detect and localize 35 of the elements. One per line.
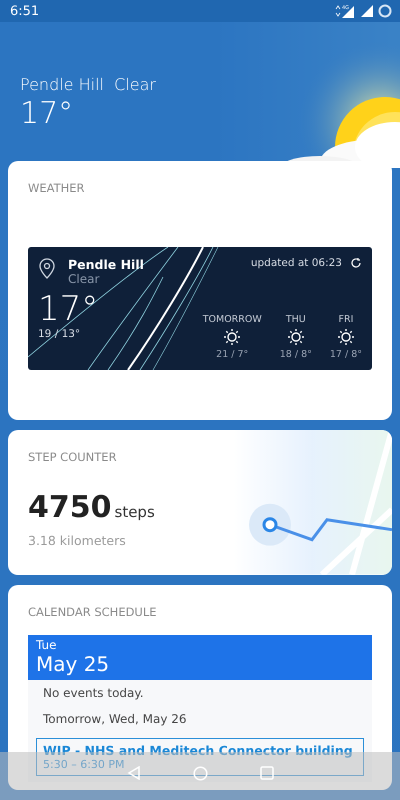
weekday: Tue (36, 638, 58, 652)
sun-icon (286, 328, 305, 346)
no-events-note: No events today. (42, 686, 145, 700)
forecast-range: 18 / 8° (280, 348, 312, 360)
card-title: WEATHER (28, 180, 86, 195)
home-icon[interactable] (192, 766, 208, 780)
card-title: CALENDAR SCHEDULE (28, 604, 158, 619)
forecast-day: THU (286, 314, 306, 325)
sun-icon (336, 328, 355, 346)
forecast-day: TOMORROW (202, 314, 262, 325)
location-pin-icon (38, 256, 56, 279)
refresh-icon[interactable] (350, 256, 362, 269)
distance: 3.18 kilometers (28, 533, 127, 548)
back-icon[interactable] (126, 766, 140, 780)
widget-location: Pendle Hill (68, 256, 144, 272)
event-title: WIP - NHS and Meditech Connector building (43, 742, 354, 758)
steps-unit: steps (114, 503, 155, 522)
event-time: 5:30 – 6:30 PM (43, 758, 126, 771)
forecast-range: 21 / 7° (216, 348, 248, 360)
forecast-range: 17 / 8° (330, 348, 362, 360)
loading-icon (378, 4, 392, 18)
event-item[interactable]: WIP - NHS and Meditech Connector building 5:30 – 6:30 PM (36, 738, 364, 776)
step-count: 4750 (28, 490, 112, 526)
status-time: 6:51 (10, 4, 40, 19)
location-condition: Pendle Hill Clear (20, 74, 157, 94)
card-title: STEP COUNTER (28, 450, 118, 464)
signal-icon (360, 4, 374, 18)
recents-icon[interactable] (260, 766, 274, 780)
forecast-day: FRI (338, 314, 354, 325)
updated-time: updated at 06:23 (250, 256, 342, 269)
widget-condition: Clear (68, 272, 100, 286)
tomorrow-heading: Tomorrow, Wed, May 26 (42, 712, 188, 726)
sun-icon (223, 328, 242, 346)
date: May 25 (36, 652, 110, 676)
temperature: 17° (20, 96, 74, 131)
